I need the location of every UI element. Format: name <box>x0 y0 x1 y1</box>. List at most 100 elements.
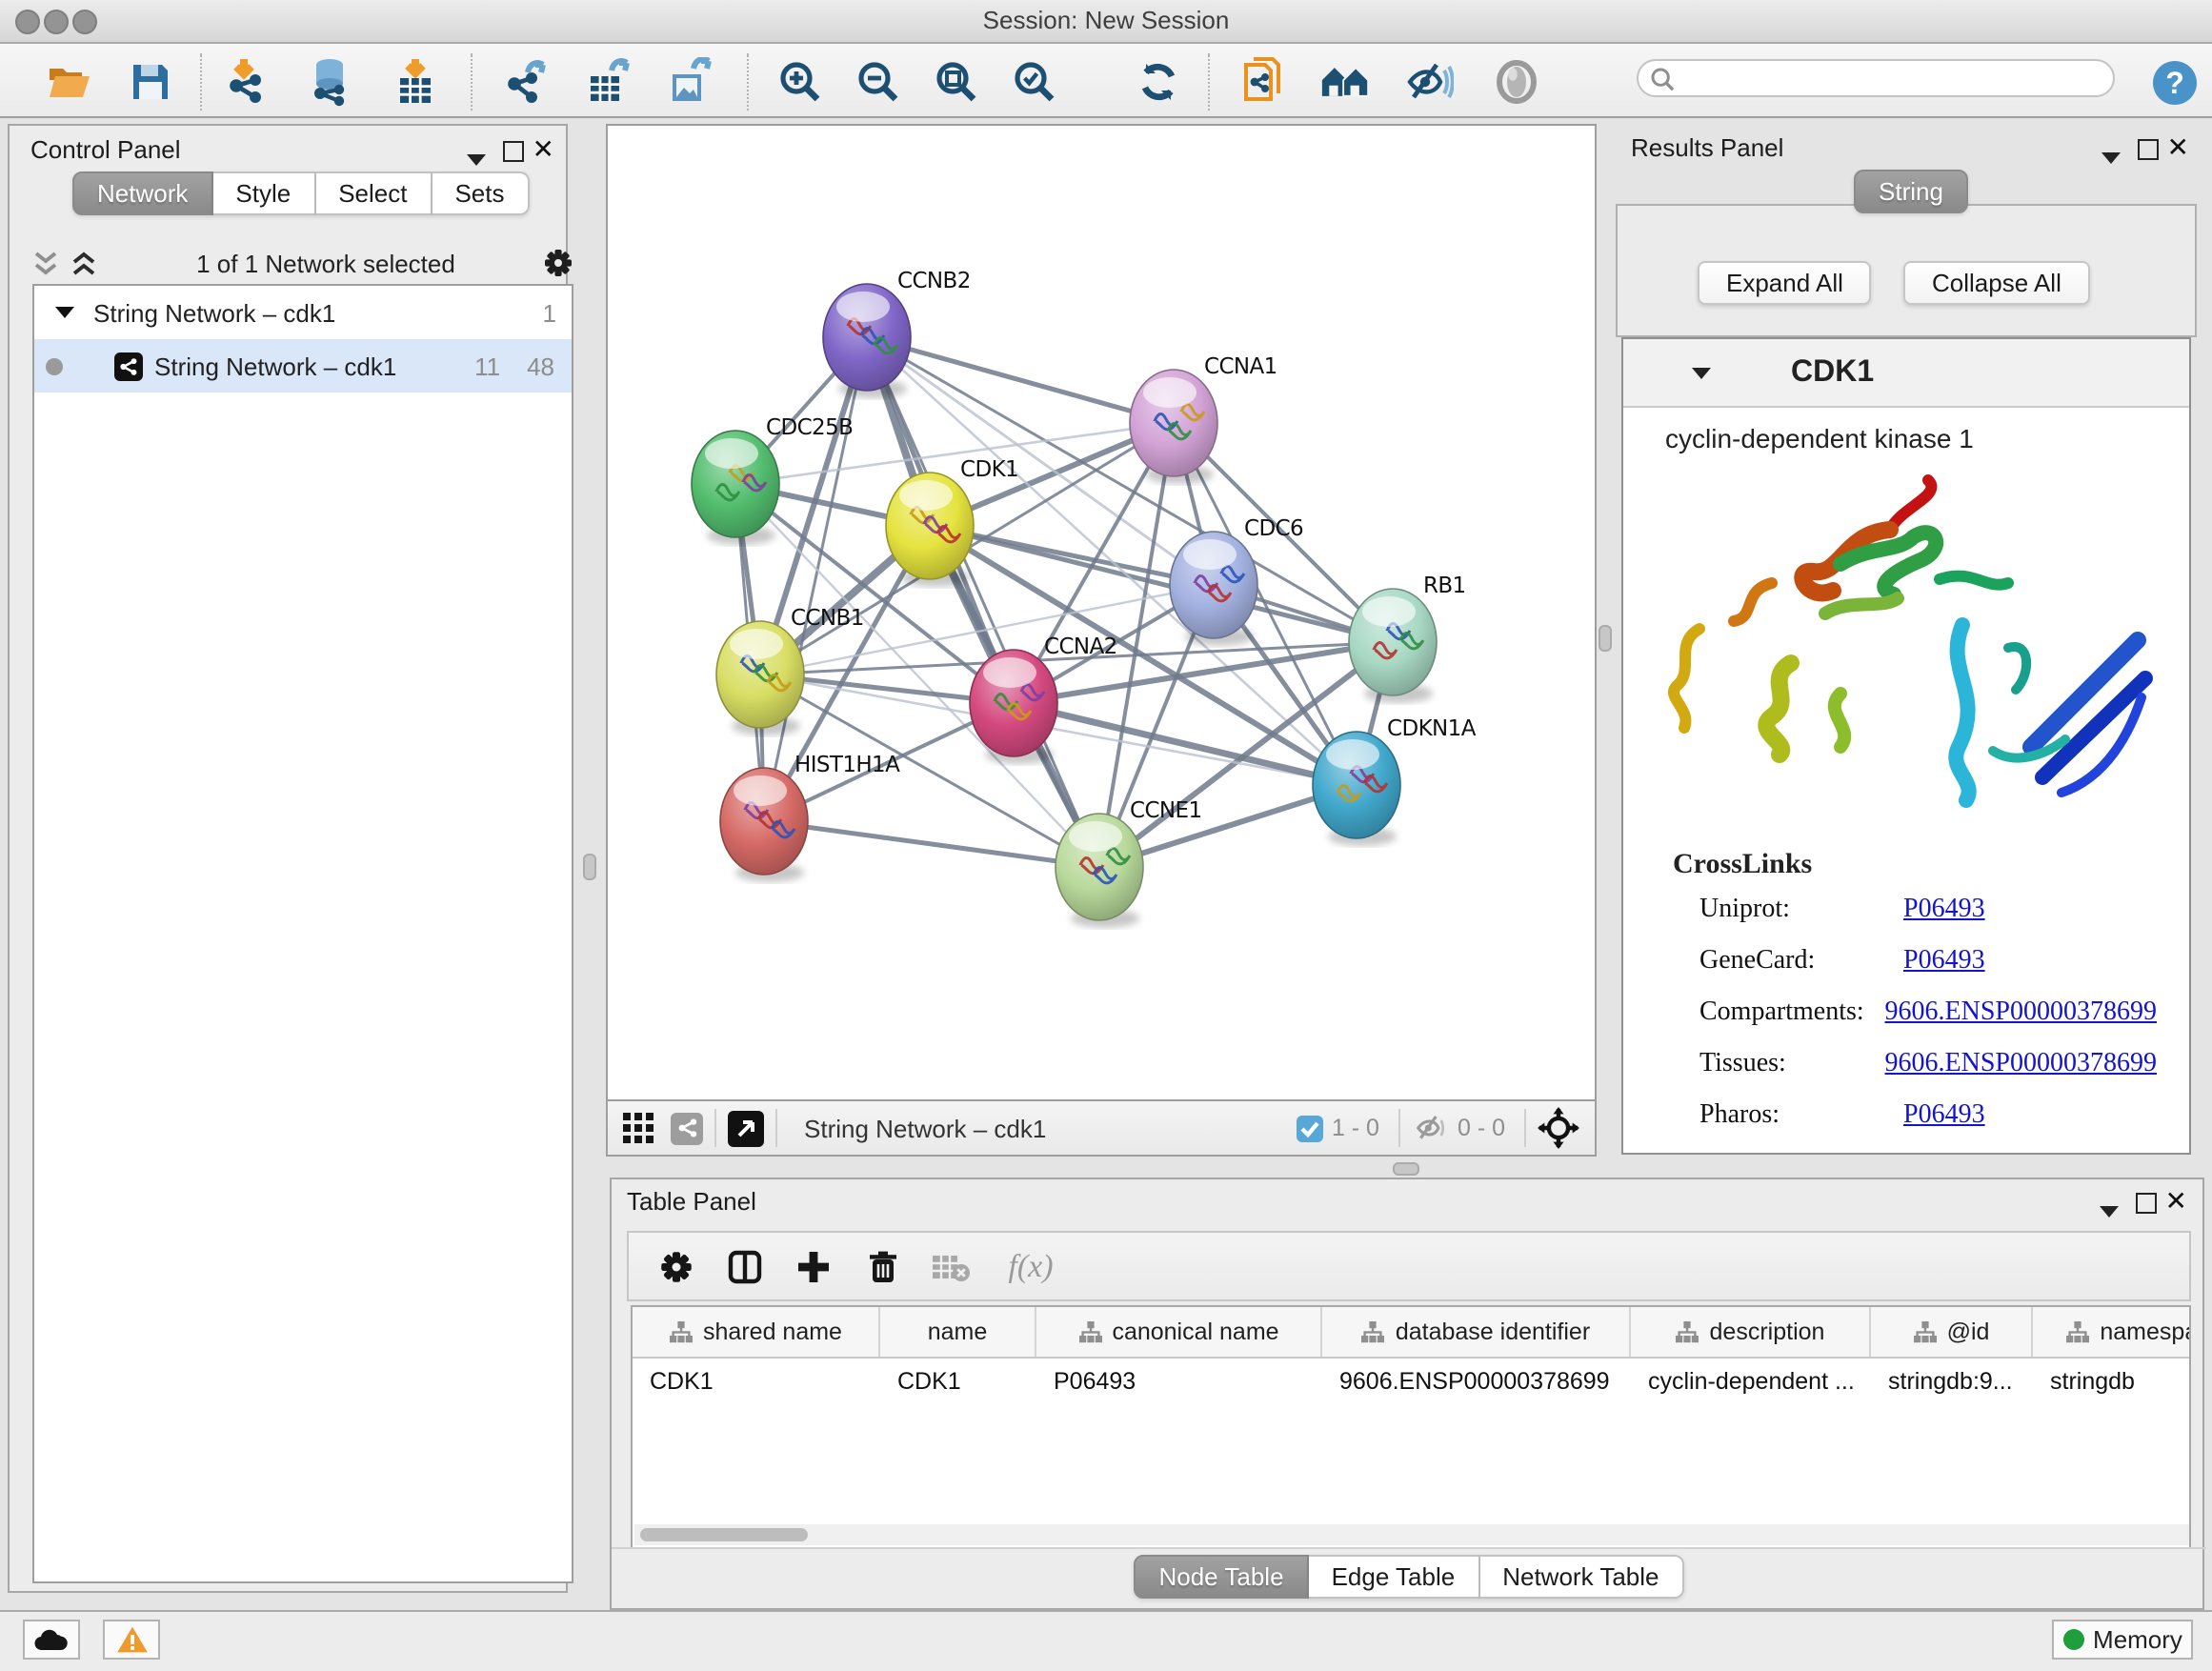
column-header-shared-name[interactable]: shared name <box>633 1307 880 1357</box>
hidden-eye-icon[interactable] <box>1412 1113 1450 1143</box>
control-panel-close-icon[interactable]: ✕ <box>533 139 554 158</box>
table-cell[interactable]: cyclin-dependent ... <box>1631 1368 1871 1395</box>
tab-node-table[interactable]: Node Table <box>1134 1555 1308 1599</box>
column-header-canonical-name[interactable]: canonical name <box>1036 1307 1322 1357</box>
table-cell[interactable]: P06493 <box>1036 1368 1322 1395</box>
tab-edge-table[interactable]: Edge Table <box>1309 1555 1480 1599</box>
table-row[interactable]: CDK1CDK1P064939606.ENSP00000378699cyclin… <box>633 1359 2189 1404</box>
expand-all-chevron-icon[interactable] <box>70 251 97 275</box>
node-RB1[interactable]: RB1 <box>1349 574 1466 703</box>
table-panel-maximize-icon[interactable] <box>2136 1189 2157 1223</box>
tab-style[interactable]: Style <box>212 171 315 215</box>
show-graphics-details-button[interactable] <box>1492 57 1541 107</box>
control-panel-maximize-icon[interactable] <box>503 137 524 171</box>
export-image-button[interactable] <box>667 57 716 107</box>
zoom-selected-button[interactable] <box>1010 57 1059 107</box>
export-table-button[interactable] <box>585 57 634 107</box>
table-options-gear-icon[interactable] <box>655 1245 697 1287</box>
table-horizontal-scrollbar[interactable] <box>634 1524 2191 1545</box>
show-columns-icon[interactable] <box>724 1245 766 1287</box>
node-CCNB2[interactable]: CCNB2 <box>823 269 971 398</box>
results-panel-close-icon[interactable]: ✕ <box>2167 137 2189 156</box>
birdseye-view-icon[interactable] <box>728 1110 764 1146</box>
open-session-button[interactable] <box>44 57 93 107</box>
column-header--id[interactable]: @id <box>1871 1307 2033 1357</box>
column-header-description[interactable]: description <box>1631 1307 1871 1357</box>
collection-expander-icon[interactable] <box>55 307 74 318</box>
network-collection-row[interactable]: String Network – cdk1 1 <box>34 286 572 339</box>
protein-card-header[interactable]: CDK1 <box>1623 339 2189 408</box>
edge-CCNB2-HIST1H1A[interactable] <box>764 337 867 821</box>
tab-network[interactable]: Network <box>72 171 212 215</box>
column-header-database-identifier[interactable]: database identifier <box>1322 1307 1631 1357</box>
network-view-share-icon[interactable] <box>671 1112 703 1144</box>
edge-CDK1-RB1[interactable] <box>930 526 1393 642</box>
horizontal-splitter[interactable] <box>606 1157 2204 1178</box>
toolbar-search[interactable] <box>1637 59 2115 97</box>
table-cell[interactable]: stringdb <box>2033 1368 2191 1395</box>
warning-status-button[interactable] <box>103 1620 160 1660</box>
network-canvas[interactable]: CCNB2CCNA1CDC25BCDK1CDC6RB1CCNB1CCNA2CDK… <box>606 124 1597 1101</box>
edge-CCNB2-CCNE1[interactable] <box>867 337 1099 867</box>
selected-nodes-checkbox-icon[interactable] <box>1296 1114 1324 1142</box>
table-cell[interactable]: CDK1 <box>633 1368 880 1395</box>
import-network-from-database-button[interactable] <box>305 57 354 107</box>
node-CDC25B[interactable]: CDC25B <box>692 415 853 545</box>
control-panel-float-icon[interactable] <box>467 141 486 175</box>
node-CDC6[interactable]: CDC6 <box>1170 516 1303 646</box>
edge-HIST1H1A-CCNE1[interactable] <box>764 821 1099 867</box>
pan-crosshair-icon[interactable] <box>1538 1107 1579 1149</box>
tab-sets[interactable]: Sets <box>432 171 529 215</box>
node-HIST1H1A[interactable]: HIST1H1A <box>720 753 900 882</box>
grid-view-icon[interactable] <box>623 1113 654 1143</box>
zoom-out-button[interactable] <box>854 57 903 107</box>
results-panel-float-icon[interactable] <box>2101 139 2121 173</box>
delete-column-trash-icon[interactable] <box>861 1245 903 1287</box>
network-graph[interactable]: CCNB2CCNA1CDC25BCDK1CDC6RB1CCNB1CCNA2CDK… <box>608 126 1595 1099</box>
crosslink-value-link[interactable]: P06493 <box>1903 1101 1985 1132</box>
scrollbar-thumb[interactable] <box>640 1528 808 1541</box>
crosslink-value-link[interactable]: 9606.ENSP00000378699 <box>1885 998 2157 1029</box>
refresh-view-button[interactable] <box>1134 57 1183 107</box>
right-splitter-handle[interactable] <box>1599 625 1612 652</box>
crosslink-value-link[interactable]: 9606.ENSP00000378699 <box>1885 1050 2157 1080</box>
memory-button[interactable]: Memory <box>2052 1620 2193 1660</box>
crosslink-value-link[interactable]: P06493 <box>1903 947 1985 977</box>
node-table[interactable]: shared namenamecanonical namedatabase id… <box>631 1305 2191 1549</box>
column-header-namespace[interactable]: namespace <box>2033 1307 2191 1357</box>
protein-expander-icon[interactable] <box>1692 367 1711 378</box>
search-input[interactable] <box>1675 61 2101 95</box>
network-options-gear-icon[interactable] <box>543 248 573 278</box>
export-network-button[interactable] <box>503 57 553 107</box>
zoom-fit-button[interactable] <box>932 57 981 107</box>
left-splitter-handle[interactable] <box>583 854 596 880</box>
create-column-plus-icon[interactable] <box>793 1245 835 1287</box>
help-button[interactable]: ? <box>2149 57 2199 107</box>
collapse-all-button[interactable]: Collapse All <box>1903 261 2090 305</box>
network-overview-document-button[interactable] <box>1238 57 1288 107</box>
results-panel-maximize-icon[interactable] <box>2138 135 2159 170</box>
node-CDKN1A[interactable]: CDKN1A <box>1313 716 1477 846</box>
function-builder-icon[interactable]: f(x) <box>998 1245 1063 1287</box>
crosslink-value-link[interactable]: P06493 <box>1903 896 1985 926</box>
zoom-in-button[interactable] <box>775 57 825 107</box>
hide-unhide-button[interactable] <box>1404 57 1454 107</box>
delete-table-icon[interactable] <box>930 1245 972 1287</box>
table-cell[interactable]: 9606.ENSP00000378699 <box>1322 1368 1631 1395</box>
cloud-status-button[interactable] <box>23 1620 80 1660</box>
table-panel-close-icon[interactable]: ✕ <box>2165 1191 2187 1210</box>
tab-network-table[interactable]: Network Table <box>1479 1555 1683 1599</box>
import-table-button[interactable] <box>391 57 440 107</box>
network-row[interactable]: String Network – cdk1 11 48 <box>34 339 572 393</box>
tab-string[interactable]: String <box>1854 170 1968 213</box>
column-header-name[interactable]: name <box>880 1307 1036 1357</box>
node-CCNA1[interactable]: CCNA1 <box>1130 354 1277 484</box>
expand-all-button[interactable]: Expand All <box>1698 261 1872 305</box>
collapse-all-chevron-icon[interactable] <box>32 251 59 275</box>
table-cell[interactable]: CDK1 <box>880 1368 1036 1395</box>
import-network-file-button[interactable] <box>223 57 272 107</box>
home-layout-button[interactable] <box>1320 57 1370 107</box>
tab-select[interactable]: Select <box>315 171 432 215</box>
save-session-button[interactable] <box>126 57 175 107</box>
table-panel-float-icon[interactable] <box>2100 1193 2119 1227</box>
